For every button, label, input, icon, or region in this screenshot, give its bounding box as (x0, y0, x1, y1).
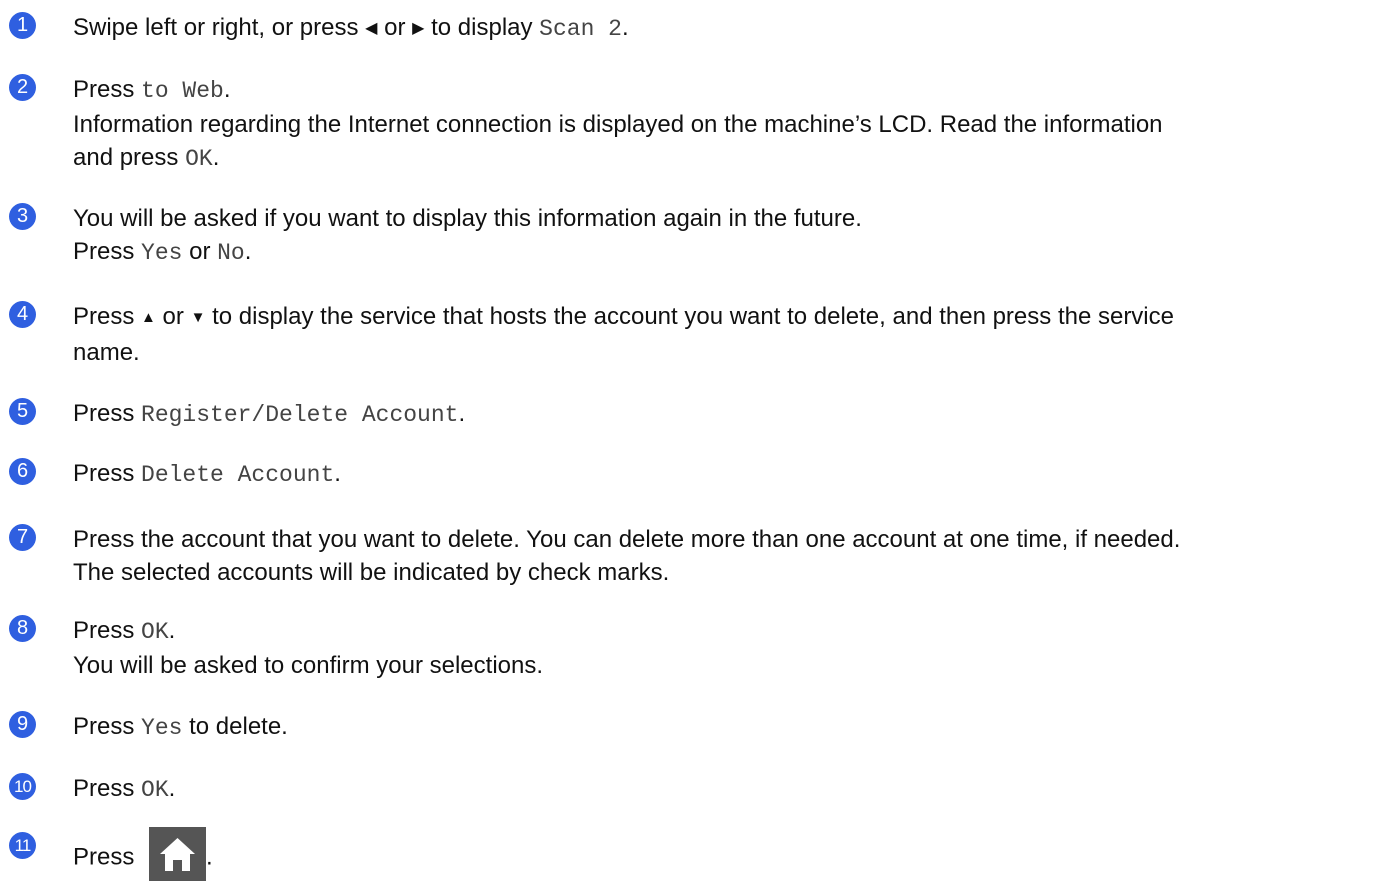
step-text: Press . (73, 827, 1395, 885)
step-text: Press Register/Delete Account. (73, 400, 466, 428)
step-text: You will be asked if you want to display… (73, 205, 862, 266)
down-arrow-icon: ▼ (190, 309, 206, 326)
lcd-label: Scan 2 (539, 16, 622, 42)
lcd-label: Delete Account (141, 462, 335, 488)
lcd-label: Yes (141, 715, 183, 741)
step-number-badge: 4 (9, 301, 36, 328)
step-number-badge: 6 (9, 458, 36, 485)
lcd-label: OK (141, 777, 169, 803)
lcd-label: OK (185, 146, 213, 172)
step-text: Press to Web. Information regarding the … (73, 76, 1163, 172)
step-number-badge: 9 (9, 711, 36, 738)
step-number-badge: 1 (9, 12, 36, 39)
right-arrow-icon: ▶ (412, 20, 425, 37)
step-number-badge: 7 (9, 524, 36, 551)
left-arrow-icon: ◀ (365, 20, 378, 37)
step-text: Swipe left or right, or press ◀ or ▶ to … (73, 14, 629, 42)
step-number-badge: 3 (9, 203, 36, 230)
step-text: Press OK. You will be asked to confirm y… (73, 617, 544, 679)
step-number-badge: 10 (9, 773, 36, 800)
step-text: Press OK. (73, 775, 176, 803)
step-text: Press ▲ or ▼ to display the service that… (73, 303, 1174, 366)
step-number-badge: 11 (9, 832, 36, 859)
step-number-badge: 2 (9, 74, 36, 101)
lcd-label: Yes (141, 240, 183, 266)
instructions-page: 1 Swipe left or right, or press ◀ or ▶ t… (0, 0, 1397, 881)
lcd-label: No (217, 240, 245, 266)
step-text: Press the account that you want to delet… (73, 526, 1181, 586)
lcd-label: to Web (141, 78, 224, 104)
step-text: Press Yes to delete. (73, 713, 288, 741)
step-number-badge: 8 (9, 615, 36, 642)
lcd-label: OK (141, 619, 169, 645)
step-text: Press Delete Account. (73, 460, 341, 488)
lcd-label: Register/Delete Account (141, 402, 459, 428)
up-arrow-icon: ▲ (141, 309, 156, 326)
step-number-badge: 5 (9, 398, 36, 425)
